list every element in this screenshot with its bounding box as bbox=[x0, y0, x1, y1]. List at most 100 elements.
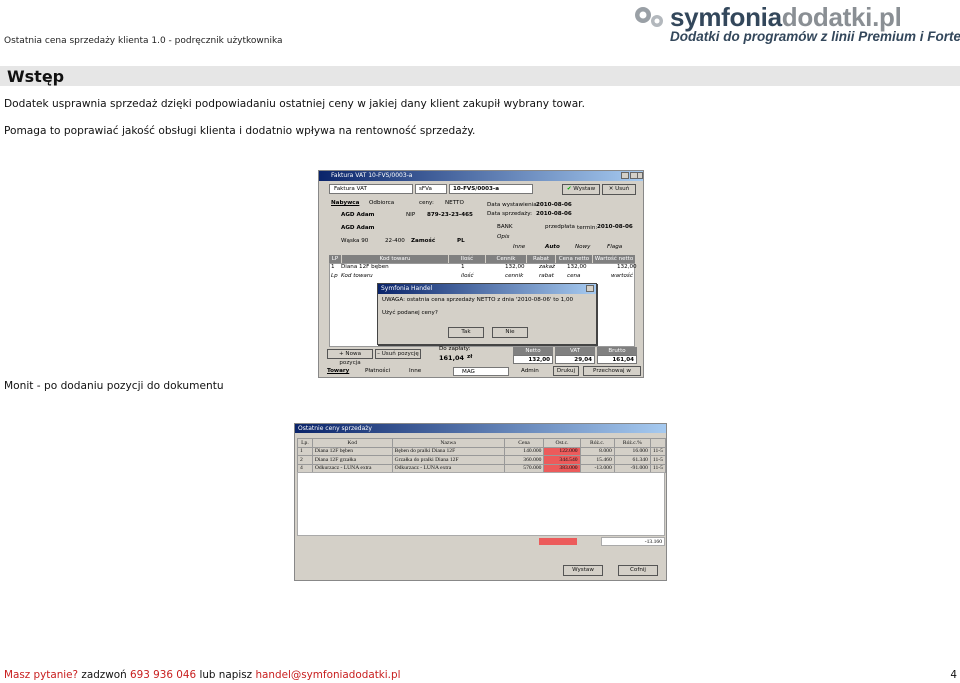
summary-total: -13.160 bbox=[644, 539, 662, 545]
row-last-price: 344.540 bbox=[543, 455, 581, 465]
totals-header-gross: Brutto bbox=[597, 347, 637, 355]
section-title: Wstęp bbox=[7, 67, 65, 86]
dialog-no-button[interactable]: Nie bbox=[492, 327, 528, 338]
row2-price: cennik bbox=[505, 273, 524, 279]
sale-date-label: Data sprzedaży: bbox=[487, 211, 532, 217]
payment-method[interactable]: BANK bbox=[497, 224, 513, 230]
row-name: Bęben do pralki Diana 12F bbox=[391, 446, 505, 456]
doc-type-select[interactable]: Faktura VAT bbox=[334, 186, 367, 192]
dialog-titlebar: Symfonia Handel bbox=[378, 284, 596, 294]
subtab-inne[interactable]: Inne bbox=[513, 244, 525, 250]
section-header-bar bbox=[0, 66, 960, 86]
row2-lp: Lp bbox=[331, 273, 338, 279]
row-price: 140.000 bbox=[503, 446, 545, 456]
tab-nabywca[interactable]: Nabywca bbox=[331, 200, 359, 206]
row-diff-pct: 16.000 bbox=[613, 446, 651, 456]
footer-email-link[interactable]: handel@symfoniadodatki.pl bbox=[255, 669, 400, 681]
row-name: Grzałka do pralki Diana 12F bbox=[391, 455, 505, 465]
gear-logo-icon bbox=[635, 7, 663, 27]
term-label: termin: bbox=[577, 225, 598, 231]
grid-header-price-list: Cennik bbox=[486, 255, 526, 263]
grid-header-net-price: Cena netto bbox=[556, 255, 592, 263]
tab-odbiorca[interactable]: Odbiorca bbox=[369, 200, 394, 206]
total-net: 132,00 bbox=[528, 357, 550, 363]
print-button[interactable]: Drukuj bbox=[553, 366, 579, 376]
col-diff-pct: Róż.c.% bbox=[613, 438, 651, 448]
close-icon bbox=[637, 172, 643, 179]
row-lp: 1 bbox=[297, 446, 313, 456]
series-select[interactable]: sFVa bbox=[419, 186, 432, 192]
row2-code: Kod towaru bbox=[341, 273, 373, 279]
subtab-nowy[interactable]: Nowy bbox=[575, 244, 591, 250]
col-diff: Róż.c. bbox=[579, 438, 615, 448]
table-row[interactable]: 1 Diana 12F bęben Bęben do pralki Diana … bbox=[297, 446, 666, 456]
row1-discount: zakaż bbox=[539, 264, 555, 270]
issue-date-field[interactable]: 2010-08-06 bbox=[536, 202, 572, 208]
footer-or-write: lub napisz bbox=[199, 669, 253, 681]
wystaw-button-2[interactable]: Wystaw bbox=[563, 565, 603, 576]
tab-towary[interactable]: Towary bbox=[327, 368, 349, 374]
minimize-icon bbox=[621, 172, 629, 179]
row1-net-value: 132,00 bbox=[617, 264, 637, 270]
tab-platnosci[interactable]: Płatności bbox=[365, 368, 390, 374]
paragraph-2: Pomaga to poprawiać jakość obsługi klien… bbox=[4, 125, 476, 137]
row-code: Diana 12F bęben bbox=[311, 446, 393, 456]
prices-label: ceny: bbox=[419, 200, 434, 206]
row2-net-price: cena bbox=[567, 273, 581, 279]
user-label: Admin bbox=[521, 368, 539, 374]
dialog-yes-button[interactable]: Tak bbox=[448, 327, 484, 338]
dialog-close-icon[interactable] bbox=[586, 285, 594, 292]
add-item-button[interactable]: + Nowa pozycja bbox=[327, 349, 373, 366]
row1-price: 132,00 bbox=[505, 264, 525, 270]
col-code: Kod bbox=[311, 438, 393, 448]
tab-inne[interactable]: Inne bbox=[409, 368, 421, 374]
wystaw-button[interactable]: ✔ Wystaw bbox=[562, 184, 600, 195]
row-code: Diana 12F grzałka bbox=[311, 455, 393, 465]
row1-qty: 1 bbox=[461, 264, 465, 270]
last-prices-table: Lp. Kod Nazwa Cena Ost.c. Róż.c. Róż.c.%… bbox=[297, 438, 666, 473]
row1-lp: 1 bbox=[331, 264, 335, 270]
logo-tagline: Dodatki do programów z linii Premium i F… bbox=[670, 29, 960, 44]
client-name-2: AGD Adam bbox=[341, 225, 375, 231]
street: Wąska 90 bbox=[341, 238, 369, 244]
prices-netto-radio[interactable]: NETTO bbox=[445, 200, 464, 206]
table-row[interactable]: 2 Diana 12F grzałka Grzałka do pralki Di… bbox=[297, 455, 666, 465]
subtab-flaga[interactable]: Flaga bbox=[607, 244, 622, 250]
paragraph-1: Dodatek usprawnia sprzedaż dzięki podpow… bbox=[4, 98, 585, 110]
grid-header-discount: Rabat bbox=[527, 255, 555, 263]
subtab-auto[interactable]: Auto bbox=[545, 244, 560, 250]
footer-phone[interactable]: 693 936 046 bbox=[130, 669, 196, 681]
grid-header-net-value: Wartość netto bbox=[593, 255, 635, 263]
grid-header-qty: Ilość bbox=[449, 255, 485, 263]
row-diff: 15.460 bbox=[579, 455, 615, 465]
term-date[interactable]: 2010-08-06 bbox=[597, 224, 633, 230]
totals-header-net: Netto bbox=[513, 347, 553, 355]
col-price: Cena bbox=[503, 438, 545, 448]
col-name: Nazwa bbox=[391, 438, 505, 448]
doc-number-field[interactable]: 10-FVS/0003-a bbox=[453, 186, 499, 192]
currency: zł bbox=[467, 354, 473, 360]
warehouse-select[interactable]: MAG bbox=[462, 369, 475, 375]
table-empty-area bbox=[297, 472, 665, 536]
invoice-window-titlebar: Faktura VAT 10-FVS/0003-a bbox=[319, 171, 643, 181]
footer-question: Masz pytanie? bbox=[4, 669, 79, 681]
description-label: Opis bbox=[497, 234, 510, 240]
usun-button[interactable]: ✕ Usuń bbox=[602, 184, 636, 195]
last-prices-titlebar: Ostatnie ceny sprzedaży bbox=[295, 424, 666, 433]
sale-date-field[interactable]: 2010-08-06 bbox=[536, 211, 572, 217]
cofnij-button[interactable]: Cofnij bbox=[618, 565, 658, 576]
to-pay-value: 161,04 bbox=[439, 354, 465, 362]
dialog-message: UWAGA: ostatnia cena sprzedaży NETTO z d… bbox=[382, 297, 574, 303]
row-last-price: 122.000 bbox=[543, 446, 581, 456]
row-diff-pct: 61.340 bbox=[613, 455, 651, 465]
row2-net-value: wartość bbox=[611, 273, 633, 279]
row-diff: 8.000 bbox=[579, 446, 615, 456]
screenshot-caption: Monit - po dodaniu pozycji do dokumentu bbox=[4, 380, 224, 392]
remove-item-button[interactable]: – Usuń pozycję bbox=[375, 349, 421, 359]
totals-header-vat: VAT bbox=[555, 347, 595, 355]
row-lp: 2 bbox=[297, 455, 313, 465]
payment-label: przedpłata bbox=[545, 224, 575, 230]
save-to-buffer-button[interactable]: Przechowaj w buforze bbox=[583, 366, 641, 376]
page-number: 4 bbox=[950, 669, 957, 681]
postcode: 22-400 bbox=[385, 238, 405, 244]
